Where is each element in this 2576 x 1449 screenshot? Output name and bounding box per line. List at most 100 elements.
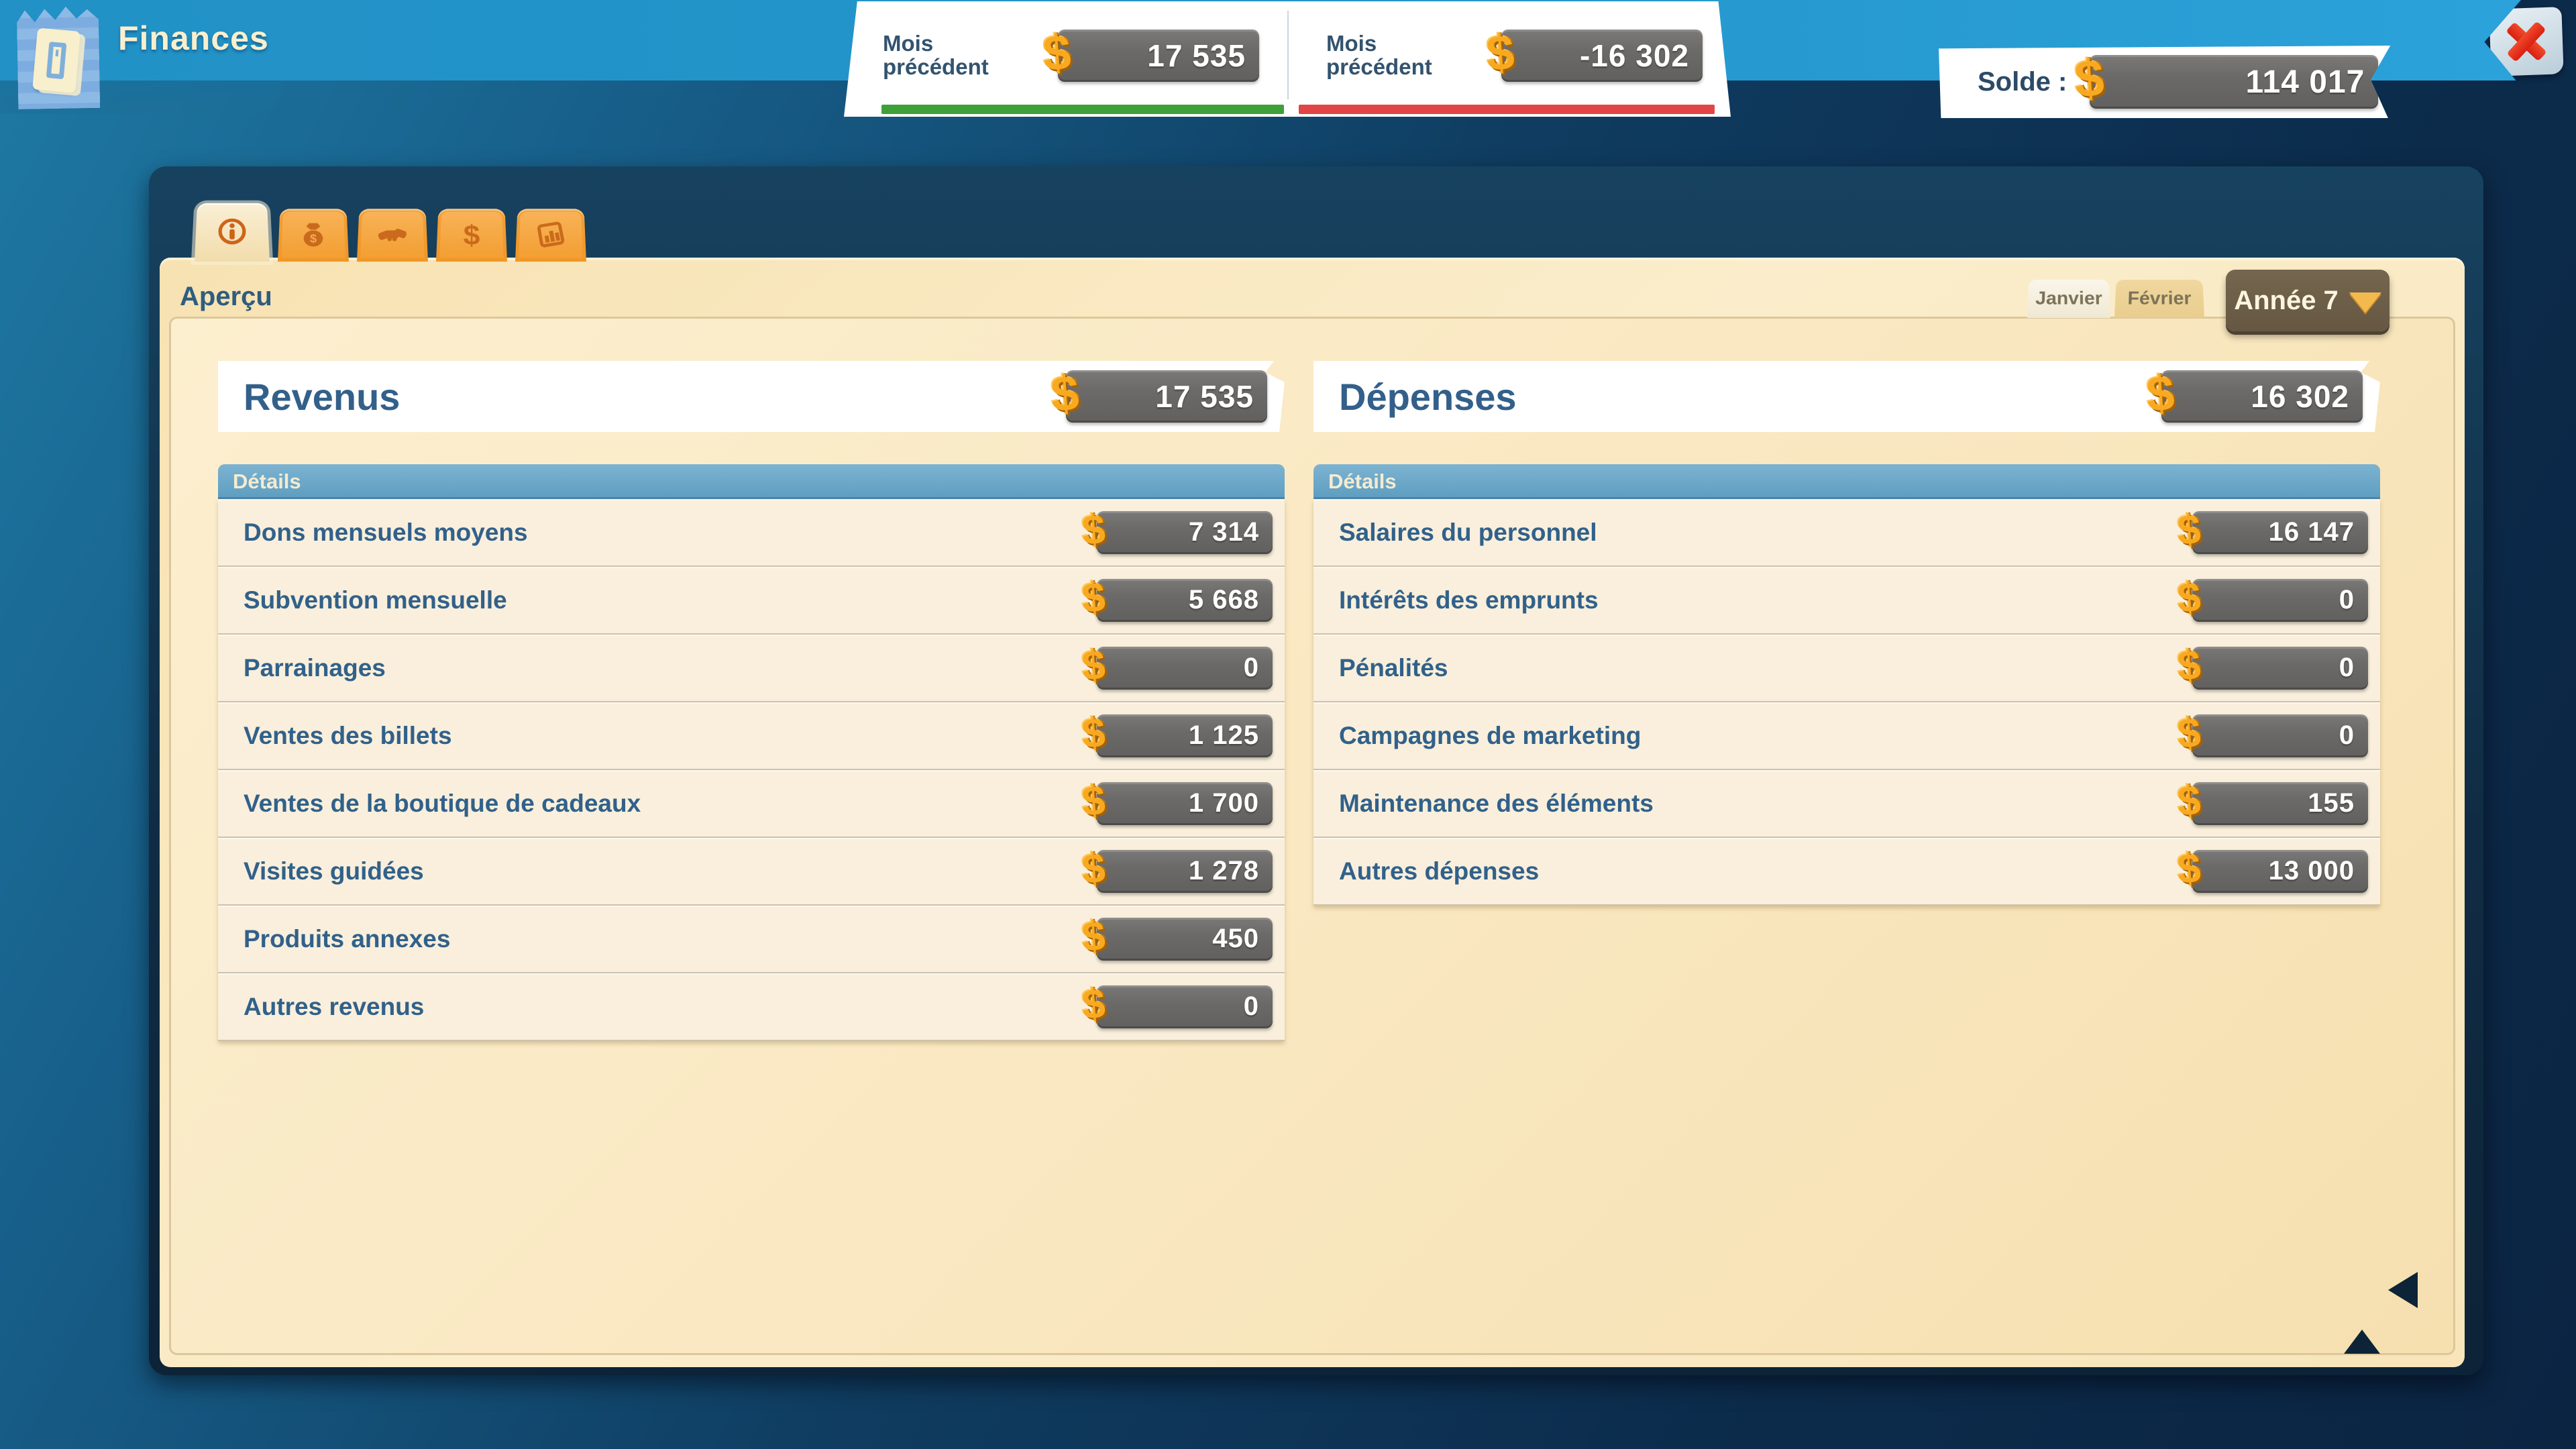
row-label: Salaires du personnel xyxy=(1313,519,1597,547)
money-bag-icon: $ xyxy=(297,220,329,250)
table-row: Dons mensuels moyens $7 314 xyxy=(218,499,1285,567)
row-label: Parrainages xyxy=(218,654,386,682)
expenses-details-header: Détails xyxy=(1313,464,2380,499)
row-label: Campagnes de marketing xyxy=(1313,722,1641,750)
previous-month-expense: Mois précédent $ -16 302 xyxy=(1287,1,1731,117)
corner-notch-decoration xyxy=(2388,1272,2418,1308)
table-row: Subvention mensuelle $5 668 xyxy=(218,567,1285,635)
revenues-title: Revenus xyxy=(218,375,400,419)
expenses-total-pill: $ 16 302 xyxy=(2161,370,2363,423)
row-value: 13 000 xyxy=(2269,856,2368,886)
dollar-icon: $ xyxy=(2176,708,2203,757)
dollar-icon: $ xyxy=(1081,776,1108,825)
revenues-total-value: 17 535 xyxy=(1155,378,1267,415)
row-value-pill: $7 314 xyxy=(1097,511,1273,554)
previous-month-income: Mois précédent $ 17 535 xyxy=(844,1,1287,117)
row-value-pill: $1 125 xyxy=(1097,714,1273,757)
row-value-pill: $0 xyxy=(2192,647,2368,690)
row-label: Maintenance des éléments xyxy=(1313,790,1654,818)
finances-screen: Finances Mois précédent $ 17 535 Mois pr… xyxy=(0,0,2576,1449)
row-value: 0 xyxy=(1244,653,1273,683)
month-button-february[interactable]: Février xyxy=(2114,280,2204,318)
row-label: Autres dépenses xyxy=(1313,857,1539,885)
tab-finance[interactable]: $ xyxy=(436,209,507,262)
dollar-icon: $ xyxy=(1081,912,1108,961)
table-row: Produits annexes $450 xyxy=(218,906,1285,973)
row-value: 450 xyxy=(1212,924,1273,954)
row-label: Subvention mensuelle xyxy=(218,586,507,614)
row-label: Dons mensuels moyens xyxy=(218,519,528,547)
tab-donations[interactable]: $ xyxy=(278,209,349,262)
table-row: Ventes de la boutique de cadeaux $1 700 xyxy=(218,770,1285,838)
finances-journal-icon xyxy=(17,6,101,109)
revenues-total-pill: $ 17 535 xyxy=(1066,370,1267,423)
dollar-icon: $ xyxy=(1485,23,1517,83)
table-row: Visites guidées $1 278 xyxy=(218,838,1285,906)
row-value-pill: $0 xyxy=(2192,579,2368,622)
prev-month-expense-label: Mois précédent xyxy=(1326,32,1454,78)
balance-banner: Solde : $ 114 017 xyxy=(1939,46,2394,118)
dollar-icon: $ xyxy=(1081,844,1108,893)
table-row: Maintenance des éléments $155 xyxy=(1313,770,2380,838)
finance-tabs: $ $ xyxy=(195,197,586,262)
month-button-january[interactable]: Janvier xyxy=(2027,280,2110,318)
prev-month-income-label: Mois précédent xyxy=(883,32,1010,78)
dollar-icon: $ xyxy=(2176,844,2203,893)
row-label: Intérêts des emprunts xyxy=(1313,586,1599,614)
dollar-icon: $ xyxy=(2176,776,2203,825)
prev-month-expense-value: -16 302 xyxy=(1580,38,1703,74)
row-value: 16 147 xyxy=(2269,517,2368,547)
row-value-pill: $13 000 xyxy=(2192,850,2368,893)
table-row: Campagnes de marketing $0 xyxy=(1313,702,2380,770)
expenses-list: Salaires du personnel $16 147 Intérêts d… xyxy=(1313,499,2380,906)
prev-month-expense-pill: $ -16 302 xyxy=(1501,30,1703,82)
row-label: Pénalités xyxy=(1313,654,1448,682)
row-value-pill: $450 xyxy=(1097,918,1273,961)
tab-statistics[interactable] xyxy=(515,209,586,262)
dollar-icon: $ xyxy=(1041,23,1073,83)
row-value: 0 xyxy=(1244,991,1273,1022)
svg-text:$: $ xyxy=(463,220,480,250)
dollar-icon: $ xyxy=(1081,979,1108,1028)
dollar-icon: $ xyxy=(1081,708,1108,757)
tab-sponsorship[interactable] xyxy=(357,209,428,262)
row-label: Produits annexes xyxy=(218,925,450,953)
row-value: 0 xyxy=(2339,653,2368,683)
table-row: Pénalités $0 xyxy=(1313,635,2380,702)
book-icon xyxy=(32,28,80,93)
row-label: Ventes des billets xyxy=(218,722,452,750)
row-value: 1 700 xyxy=(1189,788,1273,818)
banner-divider xyxy=(1287,11,1289,99)
previous-month-summary-banner: Mois précédent $ 17 535 Mois précédent $… xyxy=(844,1,1731,117)
revenues-list: Dons mensuels moyens $7 314 Subvention m… xyxy=(218,499,1285,1041)
table-row: Autres revenus $0 xyxy=(218,973,1285,1041)
dollar-icon: $ xyxy=(2176,573,2203,622)
page-title: Finances xyxy=(118,19,269,58)
revenues-details-header: Détails xyxy=(218,464,1285,499)
row-value-pill: $155 xyxy=(2192,782,2368,825)
dollar-icon: $ xyxy=(2145,364,2177,423)
expenses-card: Dépenses $ 16 302 xyxy=(1313,361,2380,432)
row-value-pill: $5 668 xyxy=(1097,579,1273,622)
table-row: Parrainages $0 xyxy=(218,635,1285,702)
info-icon xyxy=(216,217,248,246)
tab-overview[interactable] xyxy=(195,203,270,262)
row-label: Ventes de la boutique de cadeaux xyxy=(218,790,641,818)
svg-text:$: $ xyxy=(310,232,317,245)
row-value: 1 278 xyxy=(1189,856,1273,886)
view-title: Aperçu xyxy=(180,282,272,312)
expenses-title: Dépenses xyxy=(1313,375,1517,419)
row-value-pill: $0 xyxy=(1097,647,1273,690)
dollar-icon: $ xyxy=(2176,505,2203,554)
row-value-pill: $0 xyxy=(2192,714,2368,757)
info-glyph xyxy=(46,42,67,79)
dollar-icon: $ xyxy=(1081,573,1108,622)
row-value-pill: $16 147 xyxy=(2192,511,2368,554)
dollar-icon: $ xyxy=(455,220,487,250)
dollar-icon: $ xyxy=(1081,641,1108,690)
row-value: 0 xyxy=(2339,720,2368,751)
table-row: Autres dépenses $13 000 xyxy=(1313,838,2380,906)
table-row: Intérêts des emprunts $0 xyxy=(1313,567,2380,635)
handshake-icon xyxy=(376,220,408,250)
year-dropdown[interactable]: Année 7 xyxy=(2226,270,2390,331)
